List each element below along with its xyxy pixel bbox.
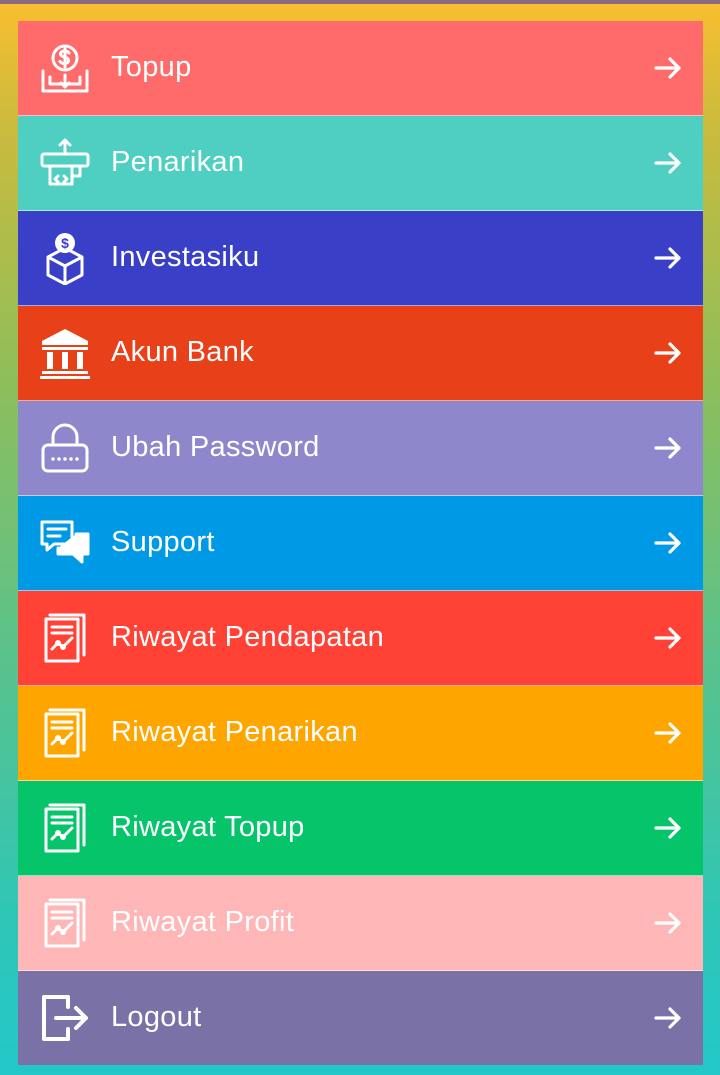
menu-item-label: Riwayat Pendapatan bbox=[111, 620, 385, 653]
logout-icon bbox=[38, 991, 92, 1045]
arrow-right-icon bbox=[653, 911, 683, 935]
menu-item-label: Logout bbox=[111, 1000, 202, 1033]
arrow-right-icon bbox=[653, 436, 683, 460]
menu-item-label: Investasiku bbox=[111, 240, 260, 273]
menu-item-akun-bank[interactable]: Akun Bank bbox=[18, 306, 703, 401]
menu-item-riwayat-topup[interactable]: Riwayat Topup bbox=[18, 781, 703, 876]
report-chart-icon bbox=[38, 801, 92, 855]
arrow-right-icon bbox=[653, 151, 683, 175]
menu-item-label: Penarikan bbox=[111, 145, 245, 178]
svg-text:$: $ bbox=[61, 235, 69, 251]
menu-item-topup[interactable]: Topup bbox=[18, 21, 703, 116]
investment-box-icon: $ bbox=[38, 231, 92, 285]
arrow-right-icon bbox=[653, 531, 683, 555]
arrow-right-icon bbox=[653, 816, 683, 840]
report-chart-icon bbox=[38, 706, 92, 760]
menu-item-penarikan[interactable]: Penarikan bbox=[18, 116, 703, 211]
menu-item-label: Support bbox=[111, 525, 215, 558]
arrow-right-icon bbox=[653, 246, 683, 270]
chat-support-icon bbox=[38, 516, 92, 570]
menu-item-label: Riwayat Penarikan bbox=[111, 715, 358, 748]
menu-item-label: Topup bbox=[111, 50, 192, 83]
menu-item-support[interactable]: Support bbox=[18, 496, 703, 591]
menu-item-label: Ubah Password bbox=[111, 430, 320, 463]
arrow-right-icon bbox=[653, 341, 683, 365]
menu-item-label: Akun Bank bbox=[111, 335, 254, 368]
arrow-right-icon bbox=[653, 56, 683, 80]
top-strip bbox=[0, 0, 720, 4]
atm-withdraw-icon bbox=[38, 136, 92, 190]
menu-item-riwayat-profit[interactable]: Riwayat Profit bbox=[18, 876, 703, 971]
menu-item-label: Riwayat Profit bbox=[111, 905, 295, 938]
arrow-right-icon bbox=[653, 626, 683, 650]
menu-item-riwayat-penarikan[interactable]: Riwayat Penarikan bbox=[18, 686, 703, 781]
menu-item-investasiku[interactable]: $ Investasiku bbox=[18, 211, 703, 306]
menu-item-logout[interactable]: Logout bbox=[18, 971, 703, 1065]
report-chart-icon bbox=[38, 896, 92, 950]
lock-icon bbox=[38, 421, 92, 475]
report-chart-icon bbox=[38, 611, 92, 665]
topup-icon bbox=[38, 41, 92, 95]
menu-item-riwayat-pendapatan[interactable]: Riwayat Pendapatan bbox=[18, 591, 703, 686]
arrow-right-icon bbox=[653, 721, 683, 745]
menu-item-label: Riwayat Topup bbox=[111, 810, 305, 843]
main-menu: Topup Penarikan $ Investasiku Akun Bank … bbox=[18, 21, 703, 1065]
bank-icon bbox=[38, 326, 92, 380]
arrow-right-icon bbox=[653, 1006, 683, 1030]
menu-item-ubah-password[interactable]: Ubah Password bbox=[18, 401, 703, 496]
